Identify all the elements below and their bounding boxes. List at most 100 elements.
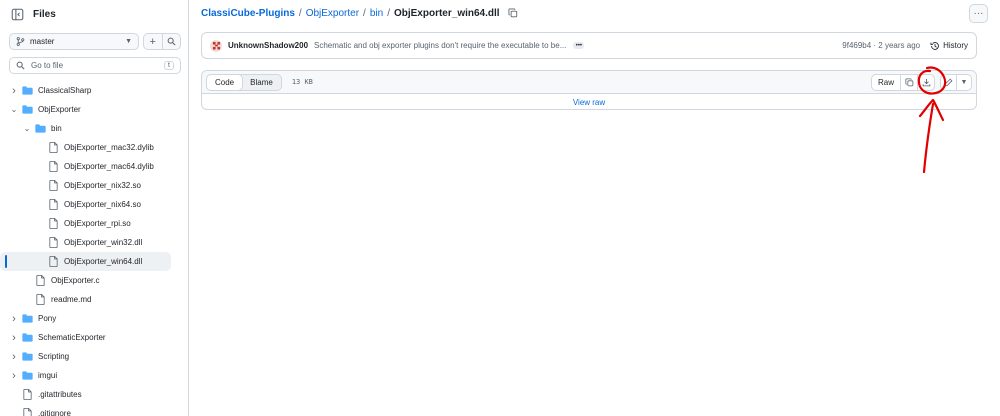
expand-commit-message-button[interactable]: ••• (573, 42, 585, 49)
file-tree-item-objexporter-nix64-so[interactable]: ObjExporter_nix64.so (0, 195, 188, 214)
file-tree-item-objexporter-mac64-dylib[interactable]: ObjExporter_mac64.dylib (0, 157, 188, 176)
file-tree-item-classicalsharp[interactable]: › ClassicalSharp (0, 81, 188, 100)
folder-icon (34, 123, 46, 135)
branch-selector[interactable]: master ▼ (9, 33, 139, 50)
file-tree-item-objexporter[interactable]: ⌄ ObjExporter (0, 100, 188, 119)
chevron-right-icon[interactable]: › (9, 85, 19, 97)
go-to-file-placeholder: Go to file (31, 61, 64, 70)
file-tree-item-label: .gitignore (38, 409, 71, 416)
file-content-box: Code Blame 13 KB Raw ▼ View raw (201, 70, 977, 110)
chevron-right-icon[interactable]: › (9, 313, 19, 325)
file-tree-item-scripting[interactable]: › Scripting (0, 347, 188, 366)
file-tree-item-schematicexporter[interactable]: › SchematicExporter (0, 328, 188, 347)
file-size: 13 KB (291, 78, 313, 86)
copy-icon (904, 77, 913, 86)
file-icon (47, 180, 59, 192)
sidebar-panel-icon (11, 8, 23, 20)
file-tree-item-objexporter-c[interactable]: ObjExporter.c (0, 271, 188, 290)
file-icon (34, 275, 46, 287)
view-raw-link[interactable]: View raw (202, 94, 976, 109)
history-button[interactable]: History (930, 41, 968, 51)
file-tree-item-label: ObjExporter_rpi.so (64, 219, 131, 228)
file-actions: Raw ▼ (870, 73, 972, 91)
latest-commit-bar: UnknownShadow200 Schematic and obj expor… (201, 32, 977, 59)
collapse-sidebar-button[interactable] (9, 6, 25, 22)
breadcrumb-separator: / (387, 7, 390, 19)
file-tree-item-label: SchematicExporter (38, 333, 106, 342)
file-icon (47, 218, 59, 230)
branch-name: master (30, 37, 55, 46)
chevron-right-icon[interactable]: › (9, 351, 19, 363)
file-tree-item-imgui[interactable]: › imgui (0, 366, 188, 385)
edit-options-dropdown[interactable]: ▼ (957, 73, 972, 91)
file-tree-item-pony[interactable]: › Pony (0, 309, 188, 328)
more-options-button[interactable]: ··· (969, 4, 988, 23)
selected-item-indicator (5, 255, 7, 268)
file-tree-item-objexporter-rpi-so[interactable]: ObjExporter_rpi.so (0, 214, 188, 233)
file-tree-item-gitattributes[interactable]: .gitattributes (0, 385, 188, 404)
copy-path-button[interactable] (507, 7, 519, 19)
commit-message-link[interactable]: Schematic and obj exporter plugins don't… (314, 41, 566, 50)
folder-icon (21, 370, 33, 382)
keyboard-shortcut-hint: t (164, 61, 174, 70)
copy-icon (508, 8, 517, 18)
file-tree-item-label: ObjExporter_win32.dll (64, 238, 143, 247)
file-tree-item-objexporter-win32-dll[interactable]: ObjExporter_win32.dll (0, 233, 188, 252)
tab-code[interactable]: Code (206, 73, 244, 91)
chevron-down-icon[interactable]: ⌄ (22, 124, 32, 133)
file-icon (47, 161, 59, 173)
file-tree-item-label: ObjExporter_mac64.dylib (64, 162, 154, 171)
file-tree-item-label: ClassicalSharp (38, 86, 92, 95)
git-branch-icon (16, 37, 25, 46)
avatar[interactable] (210, 39, 222, 52)
code-blame-toggle: Code Blame (206, 73, 282, 91)
breadcrumb-repo-link[interactable]: ClassiCube-Plugins (201, 8, 295, 19)
file-view: ClassiCube-Plugins / ObjExporter / bin /… (190, 0, 1000, 416)
file-tree-item-label: Pony (38, 314, 57, 323)
commit-meta: 9f469b4 · 2 years ago History (842, 41, 968, 51)
download-raw-button[interactable] (918, 73, 935, 91)
breadcrumb-separator: / (298, 7, 302, 19)
raw-button[interactable]: Raw (870, 73, 901, 91)
file-tree-item-readme-md[interactable]: readme.md (0, 290, 188, 309)
file-icon (21, 408, 33, 416)
sidebar-header: Files (9, 5, 56, 23)
file-tree-item-label: Scripting (38, 352, 70, 361)
file-tree-item-label: ObjExporter_nix64.so (64, 200, 141, 209)
file-icon (47, 237, 59, 249)
folder-icon (21, 85, 33, 97)
commit-hash-time[interactable]: 9f469b4 · 2 years ago (842, 41, 920, 50)
file-tree-item-label: ObjExporter_nix32.so (64, 181, 141, 190)
go-to-file-input[interactable]: Go to file t (9, 57, 181, 74)
chevron-down-icon[interactable]: ⌄ (9, 105, 19, 114)
file-tree-item-objexporter-mac32-dylib[interactable]: ObjExporter_mac32.dylib (0, 138, 188, 157)
file-tree-item-label: ObjExporter_win64.dll (64, 257, 143, 266)
sidebar-tools: + (143, 33, 181, 50)
file-tree-item-label: bin (51, 124, 62, 133)
file-tree-item-objexporter-win64-dll[interactable]: ObjExporter_win64.dll (0, 252, 171, 271)
copy-raw-button[interactable] (901, 73, 918, 91)
file-tree-sidebar: Files master ▼ + Go to file t › Classical… (0, 0, 189, 416)
file-tree-item-label: .gitattributes (38, 390, 82, 399)
breadcrumb-objexporter-link[interactable]: ObjExporter (306, 8, 359, 19)
chevron-right-icon[interactable]: › (9, 332, 19, 344)
search-button[interactable] (161, 34, 181, 49)
file-header: Code Blame 13 KB Raw ▼ (202, 71, 976, 94)
folder-icon (21, 313, 33, 325)
file-icon (47, 142, 59, 154)
breadcrumb-bin-link[interactable]: bin (370, 8, 383, 19)
breadcrumb-current-file: ObjExporter_win64.dll (393, 7, 500, 19)
edit-file-button[interactable] (940, 73, 957, 91)
chevron-right-icon[interactable]: › (9, 370, 19, 382)
tab-blame[interactable]: Blame (242, 75, 281, 90)
file-tree-item-bin[interactable]: ⌄ bin (0, 119, 188, 138)
file-tree-item-objexporter-nix32-so[interactable]: ObjExporter_nix32.so (0, 176, 188, 195)
file-tree-item-gitignore[interactable]: .gitignore (0, 404, 188, 416)
folder-icon (21, 104, 33, 116)
sidebar-title: Files (33, 8, 56, 20)
add-file-button[interactable]: + (144, 34, 162, 49)
commit-author-link[interactable]: UnknownShadow200 (228, 41, 308, 50)
file-icon (34, 294, 46, 306)
search-icon (167, 37, 176, 46)
history-icon (930, 41, 939, 50)
